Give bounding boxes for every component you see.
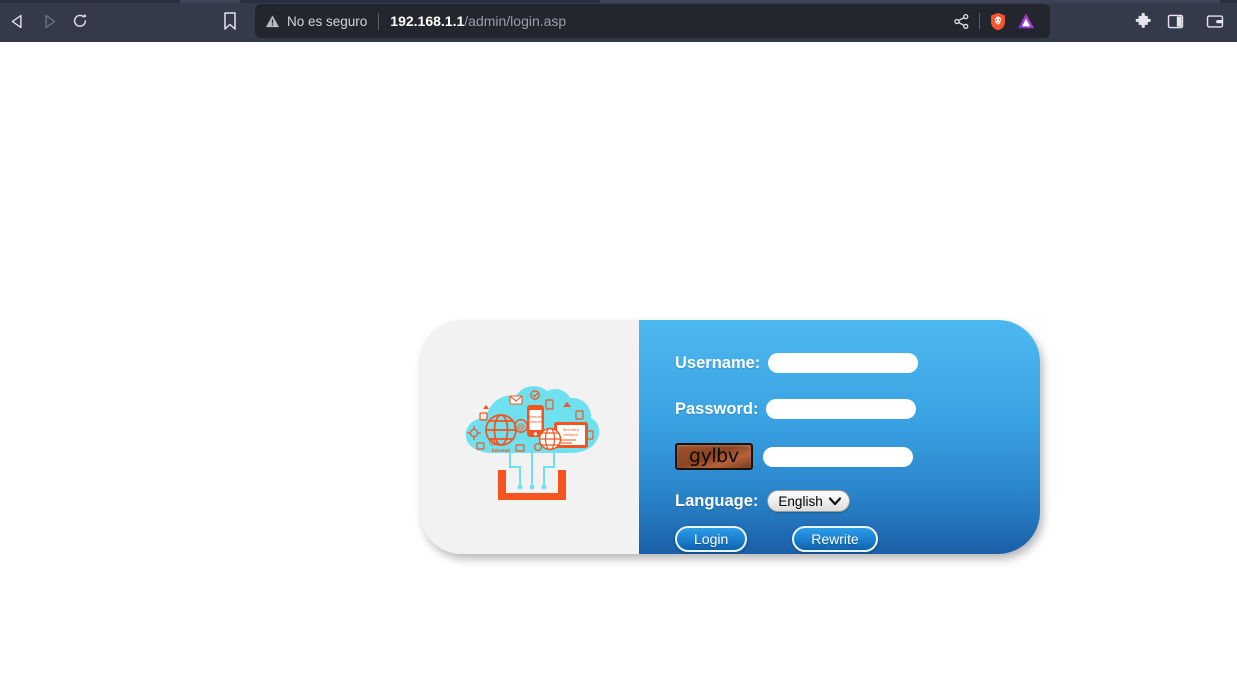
- forward-arrow-icon: [41, 13, 58, 30]
- password-label: Password:: [675, 400, 758, 419]
- router-login-card: Telematic network Telematic network: [420, 320, 1040, 554]
- urlbar-actions: [947, 7, 1040, 35]
- address-bar[interactable]: No es seguro 192.168.1.1/admin/login.asp: [255, 4, 1050, 38]
- login-button[interactable]: Login: [675, 526, 747, 552]
- url-text[interactable]: 192.168.1.1/admin/login.asp: [390, 13, 566, 29]
- illustration-panel: Telematic network Telematic network: [420, 320, 639, 554]
- brave-lion-icon: [989, 12, 1007, 31]
- extensions-button[interactable]: [1130, 8, 1156, 34]
- username-input[interactable]: [768, 353, 918, 373]
- share-icon: [953, 13, 970, 30]
- security-status[interactable]: No es seguro: [265, 14, 367, 29]
- svg-text:network: network: [563, 433, 579, 437]
- tab-strip: [0, 0, 1237, 3]
- back-button[interactable]: [4, 8, 30, 34]
- warning-triangle-icon: [265, 14, 280, 29]
- wallet-button[interactable]: [1202, 8, 1228, 34]
- rewrite-button[interactable]: Rewrite: [792, 526, 877, 552]
- brave-shields-button[interactable]: [984, 7, 1012, 35]
- captcha-image[interactable]: gylbv: [675, 443, 753, 470]
- username-label: Username:: [675, 354, 760, 373]
- svg-text:@: @: [517, 422, 525, 431]
- bookmark-button[interactable]: [218, 9, 242, 33]
- svg-text:Telematic: Telematic: [526, 415, 543, 419]
- svg-text:network: network: [528, 420, 542, 424]
- leo-ai-button[interactable]: [1012, 7, 1040, 35]
- url-path: /admin/login.asp: [464, 13, 566, 29]
- back-arrow-icon: [9, 13, 26, 30]
- share-button[interactable]: [947, 7, 975, 35]
- url-domain: 192.168.1.1: [390, 13, 464, 29]
- sidebar-toggle-button[interactable]: [1162, 8, 1188, 34]
- captcha-row: gylbv: [675, 443, 913, 470]
- captcha-text: gylbv: [689, 447, 739, 466]
- svg-text:Internet: Internet: [491, 448, 509, 453]
- browser-chrome: No es seguro 192.168.1.1/admin/login.asp: [0, 0, 1237, 42]
- wallet-icon: [1206, 13, 1224, 30]
- puzzle-piece-icon: [1135, 13, 1152, 30]
- forward-button[interactable]: [36, 8, 62, 34]
- page-viewport: Telematic network Telematic network: [0, 42, 1237, 684]
- reload-button[interactable]: [67, 8, 93, 34]
- password-row: Password:: [675, 399, 916, 419]
- language-row: Language: English: [675, 490, 850, 512]
- username-row: Username:: [675, 353, 918, 373]
- cloud-network-illustration: Telematic network Telematic network: [450, 375, 610, 505]
- tab-slot: [600, 0, 1220, 3]
- leo-triangle-icon: [1016, 12, 1036, 30]
- password-input[interactable]: [766, 399, 916, 419]
- urlbar-divider: [378, 13, 379, 30]
- not-secure-label: No es seguro: [287, 14, 367, 29]
- tab-slot: [180, 0, 240, 3]
- language-select-wrap: English: [758, 490, 850, 512]
- captcha-input[interactable]: [763, 447, 913, 467]
- language-select[interactable]: English: [767, 490, 850, 512]
- button-row: Login Rewrite: [675, 526, 878, 552]
- sidebar-panel-icon: [1167, 13, 1184, 30]
- bookmark-icon: [223, 12, 237, 30]
- login-form-panel: Username: Password: gylbv Language: Engl…: [639, 320, 1040, 554]
- reload-icon: [71, 12, 89, 30]
- urlbar-actions-divider: [979, 13, 980, 29]
- language-label: Language:: [675, 492, 758, 511]
- svg-text:@: @: [488, 437, 497, 447]
- svg-text:Telematic: Telematic: [561, 428, 579, 432]
